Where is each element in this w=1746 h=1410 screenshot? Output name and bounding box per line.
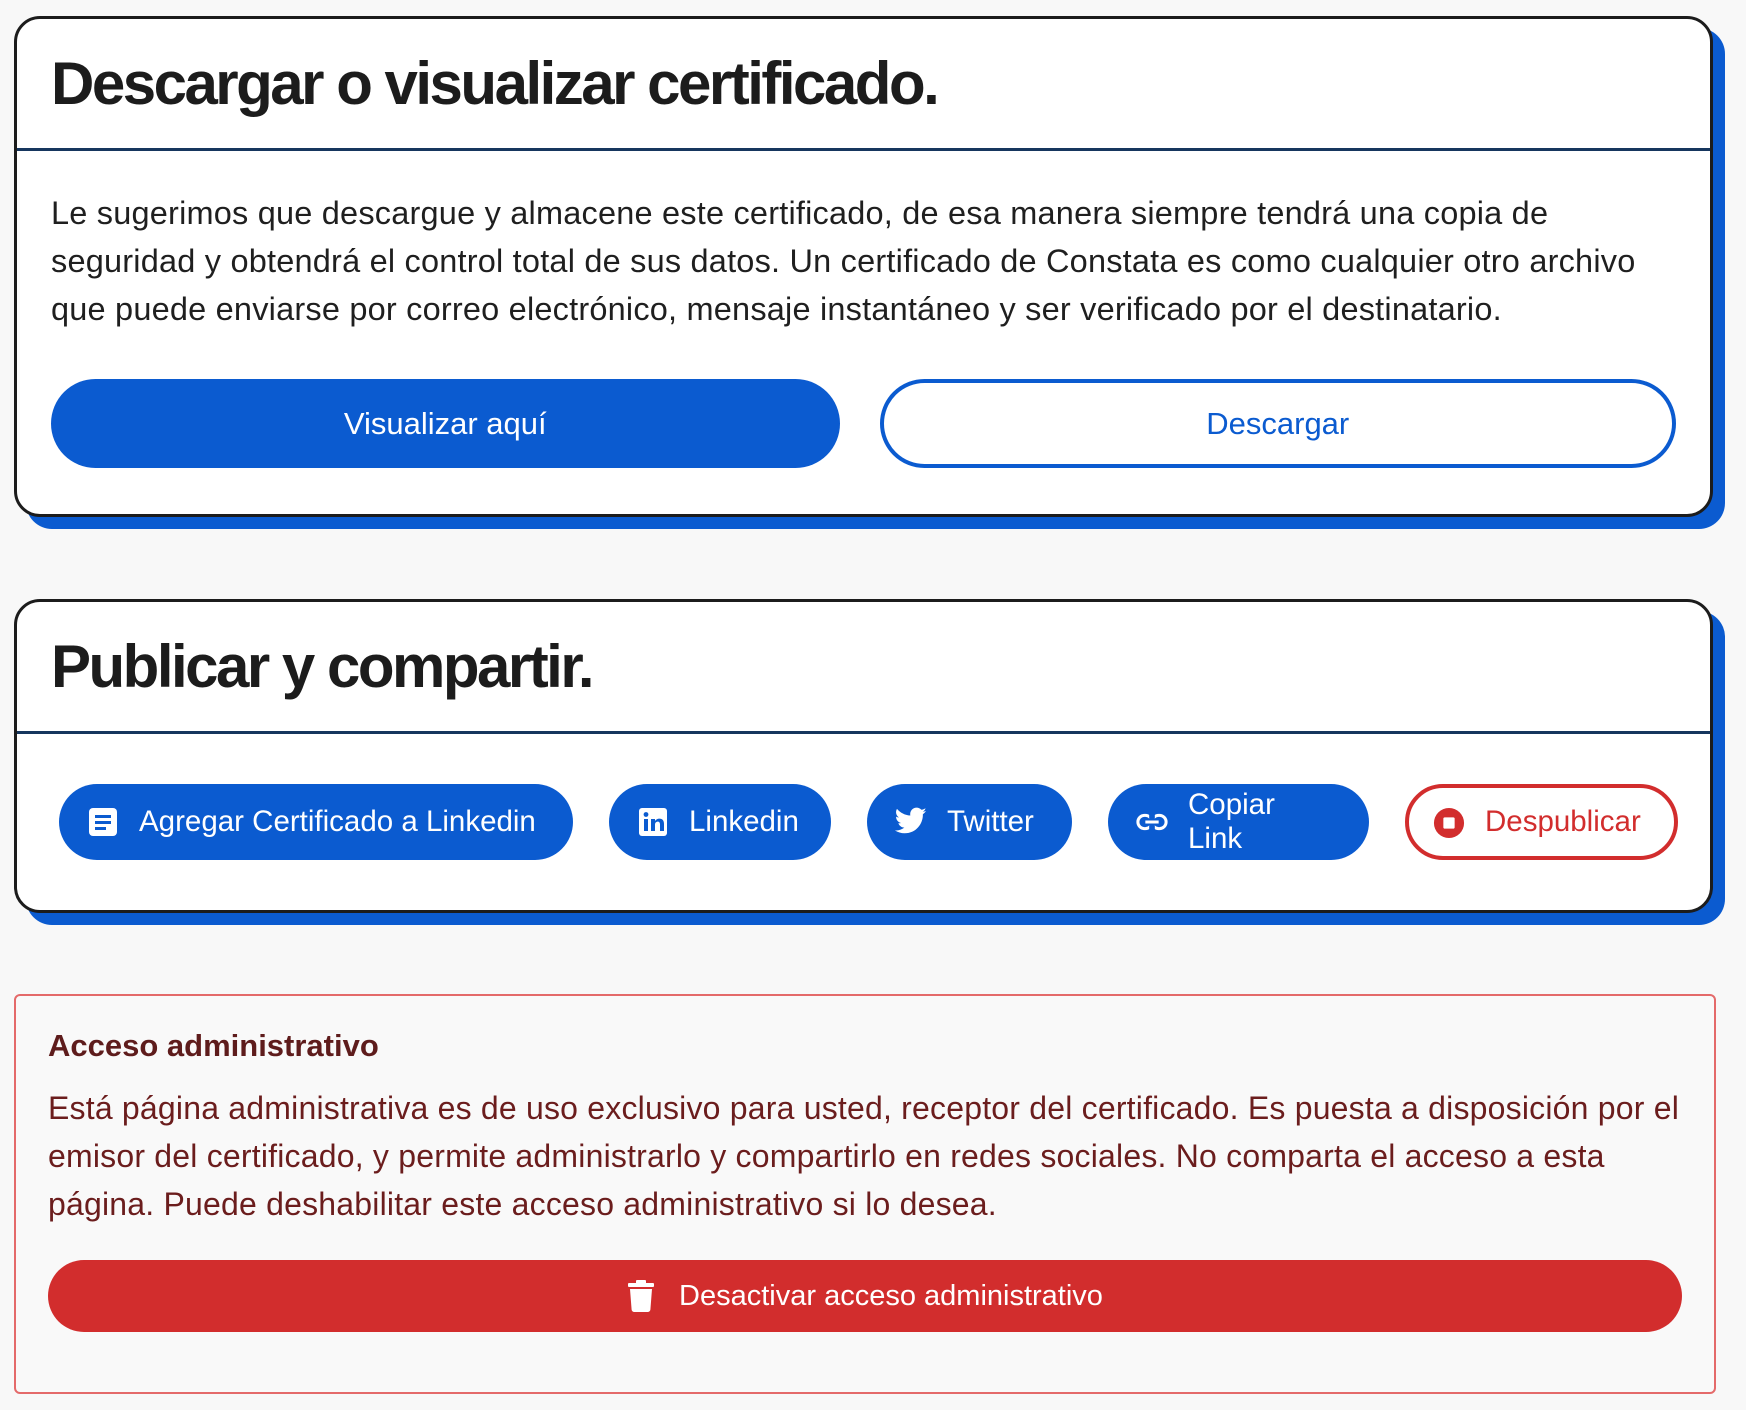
copy-link-button[interactable]: Copiar Link (1108, 784, 1369, 860)
twitter-icon (895, 806, 927, 838)
admin-access-text: Está página administrativa es de uso exc… (48, 1090, 1679, 1222)
disable-admin-access-label: Desactivar acceso administrativo (679, 1279, 1103, 1312)
share-card-header: Publicar y compartir. (17, 602, 1710, 734)
linkedin-icon (637, 806, 669, 838)
download-card-title: Descargar o visualizar certificado. (51, 50, 940, 117)
linkedin-label: Linkedin (689, 805, 799, 838)
copy-link-label: Copiar Link (1188, 788, 1275, 855)
download-button[interactable]: Descargar (879, 379, 1676, 468)
unpublish-button[interactable]: Despublicar (1405, 784, 1678, 860)
view-here-button[interactable]: Visualizar aquí (51, 379, 840, 468)
trash-icon (627, 1280, 657, 1312)
linkedin-button[interactable]: Linkedin (609, 784, 831, 860)
stop-icon (1433, 806, 1465, 839)
twitter-label: Twitter (947, 805, 1034, 838)
link-icon (1136, 806, 1168, 838)
share-card: Publicar y compartir. Agregar Certificad… (14, 599, 1713, 913)
twitter-button[interactable]: Twitter (867, 784, 1072, 860)
share-actions: Agregar Certificado a Linkedin Linkedin … (59, 784, 1678, 860)
add-certificate-linkedin-button[interactable]: Agregar Certificado a Linkedin (59, 784, 573, 860)
download-card-header: Descargar o visualizar certificado. (17, 19, 1710, 151)
disable-admin-access-button[interactable]: Desactivar acceso administrativo (48, 1260, 1682, 1332)
download-card: Descargar o visualizar certificado. Le s… (14, 16, 1713, 517)
download-card-description: Le sugerimos que descargue y almacene es… (51, 195, 1636, 327)
add-certificate-linkedin-label: Agregar Certificado a Linkedin (139, 805, 536, 838)
download-card-actions: Visualizar aquí Descargar (51, 379, 1676, 468)
admin-access-title: Acceso administrativo (48, 1028, 379, 1063)
document-icon (87, 806, 119, 838)
admin-access-panel: Acceso administrativo Está página admini… (14, 994, 1716, 1394)
unpublish-label: Despublicar (1485, 805, 1641, 838)
share-card-title: Publicar y compartir. (51, 633, 595, 700)
